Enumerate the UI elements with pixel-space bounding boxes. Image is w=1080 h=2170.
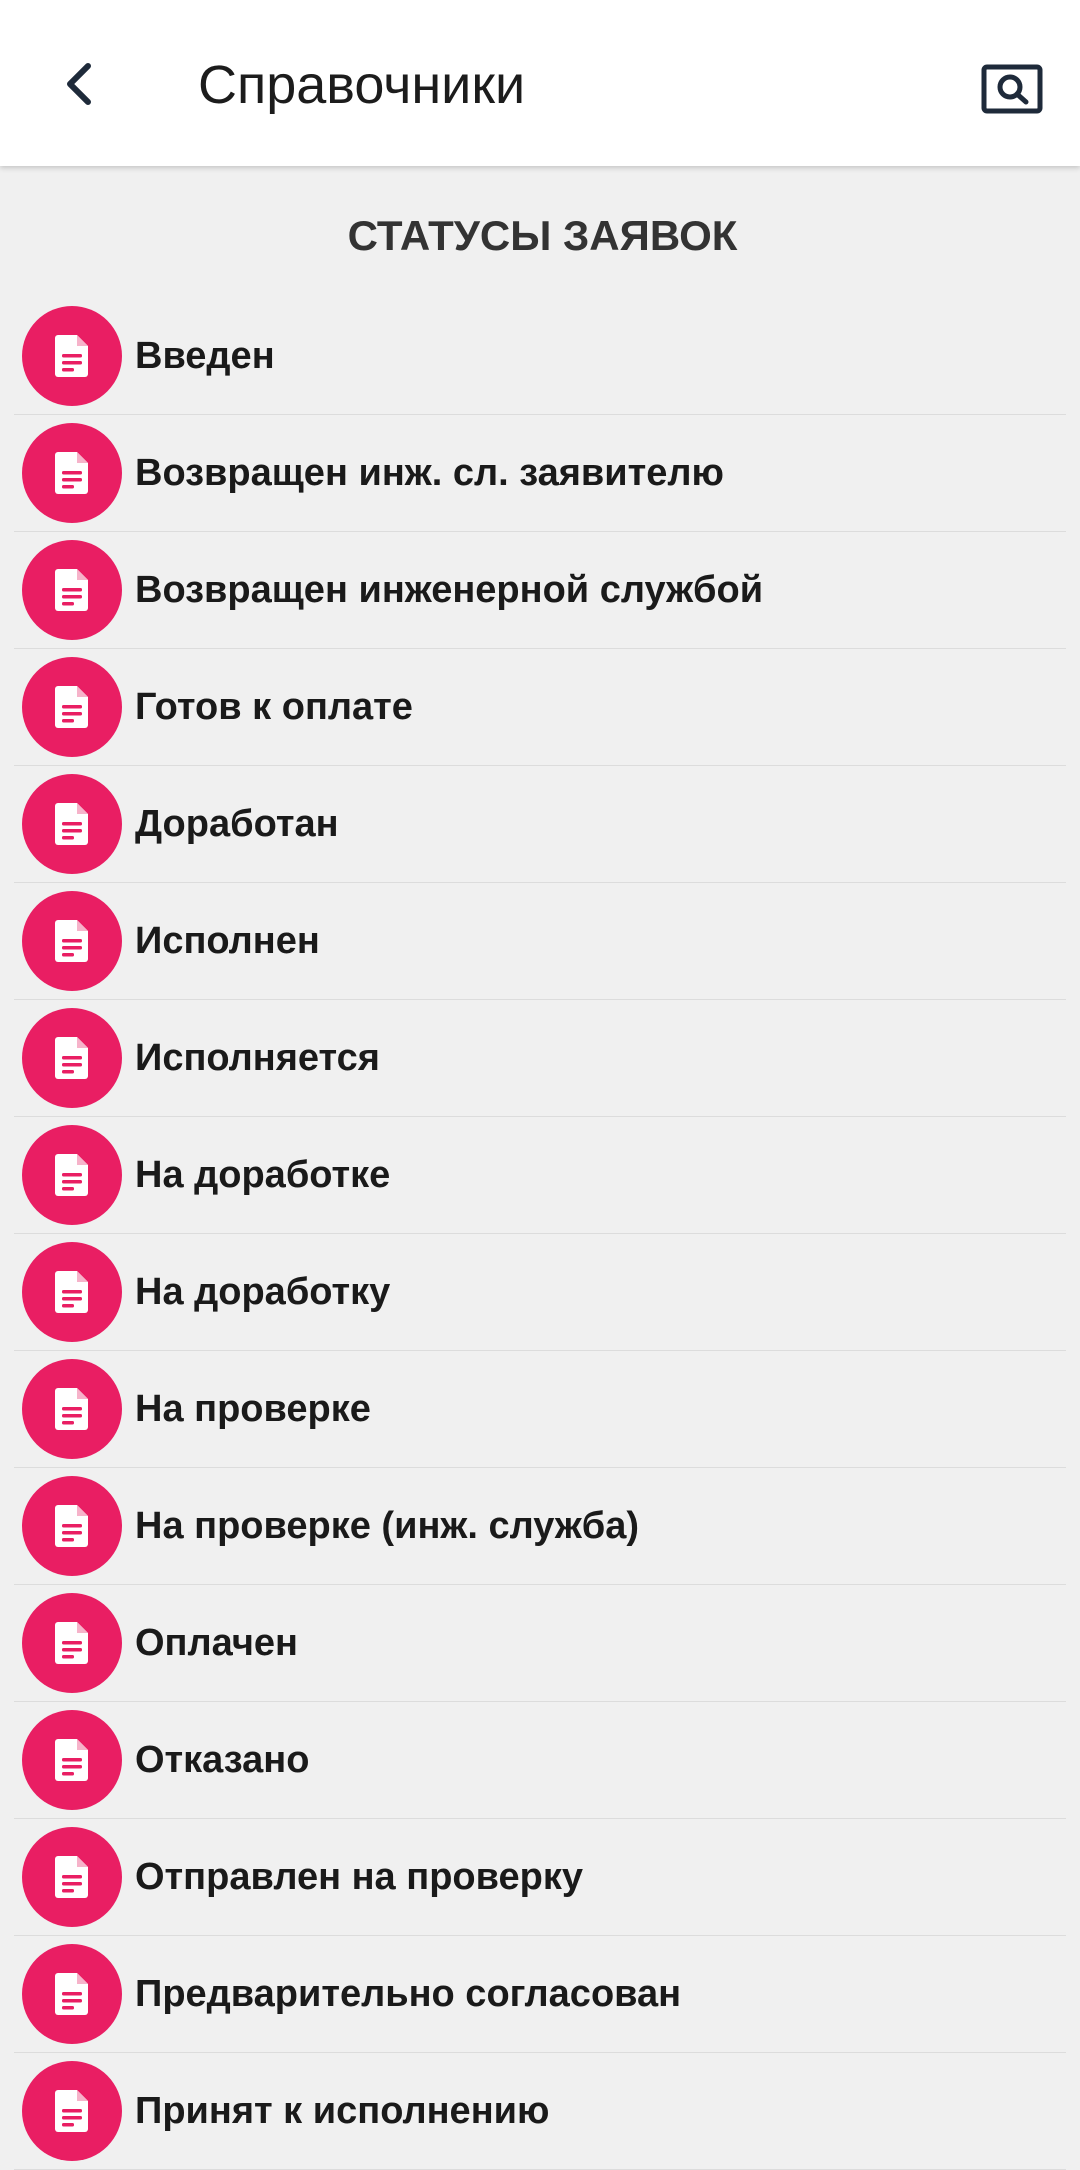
list-item-label: Доработан	[135, 802, 339, 845]
list-item[interactable]: Возвращен инж. сл. заявителю	[14, 415, 1066, 532]
document-icon	[22, 1710, 122, 1810]
back-button[interactable]	[40, 44, 120, 124]
list-item[interactable]: На доработку	[14, 1234, 1066, 1351]
document-icon	[22, 1242, 122, 1342]
list-item-label: На проверке (инж. служба)	[135, 1504, 640, 1547]
list-item-label: Предварительно согласован	[135, 1972, 682, 2015]
document-icon	[22, 657, 122, 757]
document-icon	[22, 1125, 122, 1225]
list-item[interactable]: Готов к оплате	[14, 649, 1066, 766]
list-item-label: На доработке	[135, 1153, 391, 1196]
list-item-label: Исполнен	[135, 919, 320, 962]
document-icon	[22, 1476, 122, 1576]
document-icon	[22, 540, 122, 640]
list-item[interactable]: Возвращен инженерной службой	[14, 532, 1066, 649]
section-title: СТАТУСЫ ЗАЯВОК	[347, 212, 738, 259]
list-item[interactable]: На доработке	[14, 1117, 1066, 1234]
list-item[interactable]: На проверке (инж. служба)	[14, 1468, 1066, 1585]
list-item[interactable]: Исполнен	[14, 883, 1066, 1000]
document-icon	[22, 1008, 122, 1108]
status-list: Введен Возвращен инж. сл. заявителю Возв…	[14, 298, 1066, 2170]
content-area[interactable]: СТАТУСЫ ЗАЯВОК Введен Возвращен инж. сл.…	[0, 166, 1080, 2170]
list-item[interactable]: Отправлен на проверку	[14, 1819, 1066, 1936]
page-title: Справочники	[198, 55, 526, 115]
list-item-label: Оплачен	[135, 1621, 298, 1664]
list-item[interactable]: Исполняется	[14, 1000, 1066, 1117]
list-item-label: Отправлен на проверку	[135, 1855, 583, 1898]
document-icon	[22, 1359, 122, 1459]
document-icon	[22, 1827, 122, 1927]
list-item-label: Введен	[135, 334, 275, 377]
list-item-label: Возвращен инженерной службой	[135, 568, 764, 611]
list-item[interactable]: На проверке	[14, 1351, 1066, 1468]
search-icon	[981, 64, 1043, 114]
list-item-label: Готов к оплате	[135, 685, 413, 728]
list-item[interactable]: Доработан	[14, 766, 1066, 883]
list-item[interactable]: Введен	[14, 298, 1066, 415]
document-icon	[22, 2061, 122, 2161]
document-icon	[22, 423, 122, 523]
document-icon	[22, 306, 122, 406]
list-item[interactable]: Предварительно согласован	[14, 1936, 1066, 2053]
app-bar: Справочники	[0, 0, 1080, 166]
chevron-left-icon	[67, 63, 91, 105]
document-icon	[22, 1593, 122, 1693]
document-icon	[22, 1944, 122, 2044]
list-item[interactable]: Принят к исполнению	[14, 2053, 1066, 2170]
document-icon	[22, 774, 122, 874]
list-item-label: Исполняется	[135, 1036, 380, 1079]
list-item-label: На доработку	[135, 1270, 391, 1313]
list-item[interactable]: Отказано	[14, 1702, 1066, 1819]
list-item-label: Принят к исполнению	[135, 2089, 550, 2132]
document-icon	[22, 891, 122, 991]
list-item-label: На проверке	[135, 1387, 371, 1430]
list-item-label: Возвращен инж. сл. заявителю	[135, 451, 724, 494]
search-button[interactable]	[972, 54, 1052, 124]
list-item-label: Отказано	[135, 1738, 310, 1781]
list-item[interactable]: Оплачен	[14, 1585, 1066, 1702]
